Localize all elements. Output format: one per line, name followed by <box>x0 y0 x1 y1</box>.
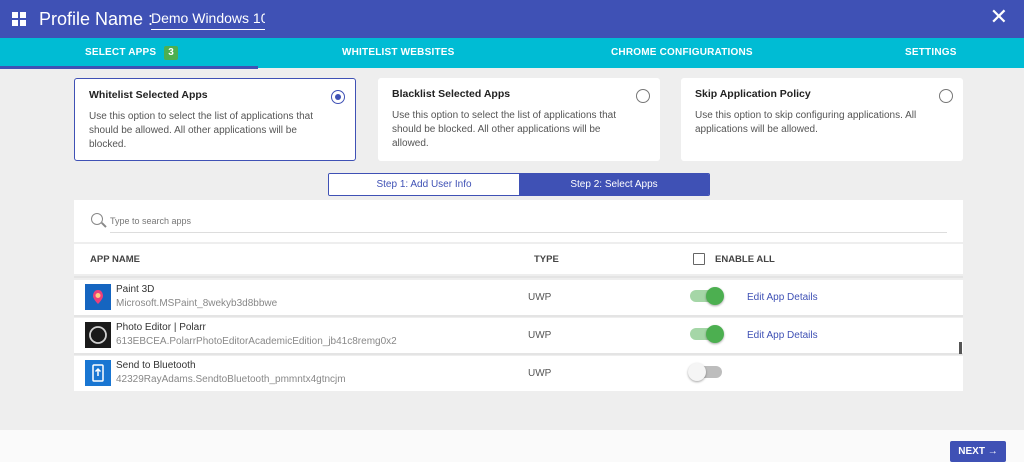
app-type: UWP <box>528 368 552 379</box>
paint-3d-icon <box>85 284 111 310</box>
edit-app-details-link[interactable]: Edit App Details <box>747 292 818 303</box>
table-row: Photo Editor | Polarr 613EBCEA.PolarrPho… <box>74 318 963 353</box>
selected-count-badge: 3 <box>164 46 179 60</box>
active-tab-indicator <box>0 66 258 69</box>
tab-select-apps-label: SELECT APPS <box>85 47 157 58</box>
tab-settings[interactable]: SETTINGS <box>905 38 957 68</box>
table-header: APP NAME TYPE ENABLE ALL <box>74 244 963 274</box>
tab-bar: SELECT APPS 3 WHITELIST WEBSITES CHROME C… <box>0 38 1024 68</box>
scrollbar-thumb[interactable] <box>959 342 962 354</box>
app-header: Profile Name : Demo Windows 10 Pr ✕ <box>0 0 1024 38</box>
tab-select-apps[interactable]: SELECT APPS 3 <box>85 38 179 68</box>
table-row: Send to Bluetooth 42329RayAdams.SendtoBl… <box>74 356 963 391</box>
footer-bar <box>0 430 1024 462</box>
column-enable-all: ENABLE ALL <box>715 254 775 265</box>
profile-name-label: Profile Name : <box>39 9 154 29</box>
policy-radio-whitelist[interactable] <box>331 90 345 104</box>
column-type: TYPE <box>534 254 559 265</box>
next-button[interactable]: NEXT → <box>950 441 1006 462</box>
policy-title: Whitelist Selected Apps <box>89 89 208 101</box>
search-panel <box>74 200 963 242</box>
app-package-id: 613EBCEA.PolarrPhotoEditorAcademicEditio… <box>116 336 397 347</box>
table-row: Paint 3D Microsoft.MSPaint_8wekyb3d8bbwe… <box>74 280 963 315</box>
policy-card-skip[interactable]: Skip Application Policy Use this option … <box>681 78 963 161</box>
app-type: UWP <box>528 292 552 303</box>
row-divider <box>74 353 963 355</box>
profile-name-input[interactable]: Demo Windows 10 Pr <box>151 10 265 30</box>
policy-radio-blacklist[interactable] <box>636 89 650 103</box>
policy-description: Use this option to select the list of ap… <box>392 110 617 149</box>
policy-card-whitelist[interactable]: Whitelist Selected Apps Use this option … <box>74 78 356 161</box>
step-1-add-user-info[interactable]: Step 1: Add User Info <box>329 174 519 195</box>
close-icon[interactable]: ✕ <box>990 6 1008 28</box>
enable-all-checkbox[interactable] <box>693 253 705 265</box>
tab-chrome-configurations[interactable]: CHROME CONFIGURATIONS <box>611 38 753 68</box>
step-indicator: Step 1: Add User Info Step 2: Select App… <box>328 173 710 196</box>
policy-card-blacklist[interactable]: Blacklist Selected Apps Use this option … <box>378 78 660 161</box>
policy-description: Use this option to select the list of ap… <box>89 111 314 150</box>
edit-app-details-link[interactable]: Edit App Details <box>747 330 818 341</box>
windows-logo-icon <box>12 12 26 26</box>
row-divider <box>74 276 963 278</box>
search-icon <box>91 213 103 225</box>
policy-title: Blacklist Selected Apps <box>392 88 511 100</box>
app-name: Send to Bluetooth <box>116 360 196 371</box>
polarr-icon <box>85 322 111 348</box>
app-type: UWP <box>528 330 552 341</box>
policy-description: Use this option to skip configuring appl… <box>695 110 917 135</box>
row-divider <box>74 315 963 317</box>
bluetooth-send-icon <box>85 360 111 386</box>
app-enable-toggle[interactable] <box>688 363 722 381</box>
column-app-name: APP NAME <box>90 254 140 265</box>
search-input[interactable] <box>110 209 947 233</box>
app-enable-toggle[interactable] <box>690 287 724 305</box>
policy-title: Skip Application Policy <box>695 88 811 100</box>
app-package-id: Microsoft.MSPaint_8wekyb3d8bbwe <box>116 298 278 309</box>
step-2-select-apps[interactable]: Step 2: Select Apps <box>519 174 709 195</box>
app-name: Paint 3D <box>116 284 155 295</box>
app-name: Photo Editor | Polarr <box>116 322 206 333</box>
app-enable-toggle[interactable] <box>690 325 724 343</box>
app-package-id: 42329RayAdams.SendtoBluetooth_pmmntx4gtn… <box>116 374 346 385</box>
policy-radio-skip[interactable] <box>939 89 953 103</box>
tab-whitelist-websites[interactable]: WHITELIST WEBSITES <box>342 38 455 68</box>
